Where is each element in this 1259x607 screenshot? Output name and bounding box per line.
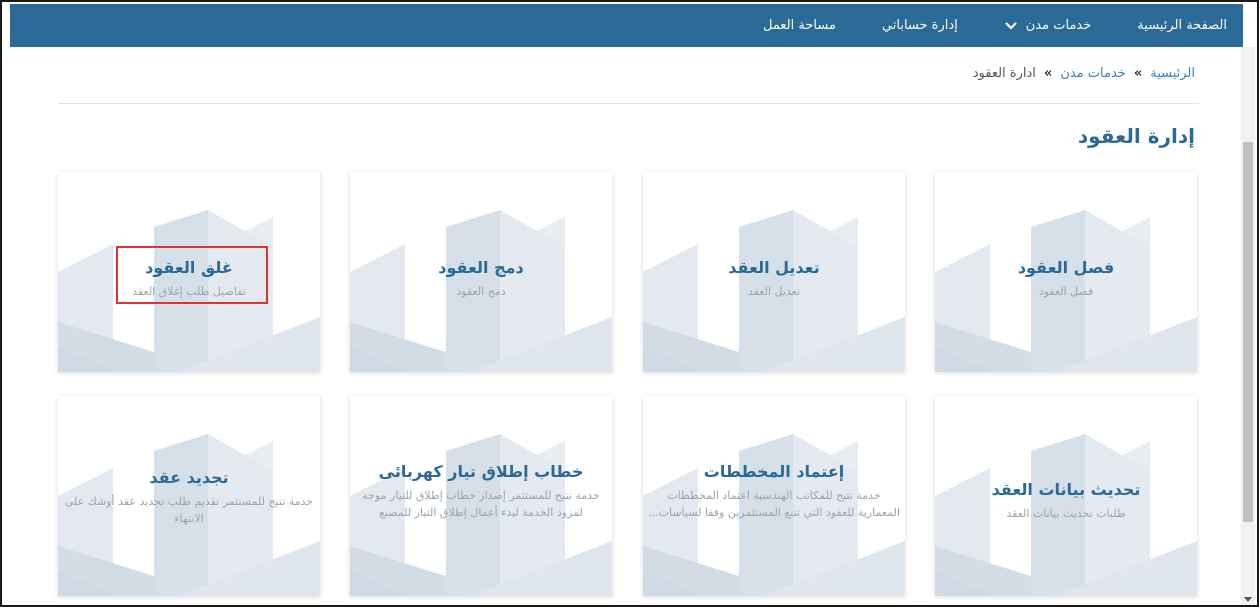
breadcrumb-home[interactable]: الرئيسية bbox=[1150, 66, 1195, 81]
card-title: إعتماد المخططات bbox=[703, 462, 845, 481]
card-edit-contract[interactable]: تعديل العقد تعديل العقد bbox=[643, 172, 905, 372]
card-update-contract-data[interactable]: تحديث بيانات العقد طلبات تحديث بيانات ال… bbox=[935, 396, 1197, 596]
breadcrumb-separator: » bbox=[1043, 66, 1053, 81]
scrollbar-thumb[interactable] bbox=[1243, 142, 1253, 522]
nav-home[interactable]: الصفحة الرئيسية bbox=[1137, 18, 1227, 33]
card-title: تعديل العقد bbox=[728, 258, 820, 277]
card-description: فصل العقود bbox=[1038, 285, 1094, 298]
nav-services-label: خدمات مدن bbox=[1025, 18, 1092, 33]
card-power-release-letter[interactable]: خطاب إطلاق تيار كهربائى خدمة تتيح للمستث… bbox=[350, 396, 612, 596]
nav-my-accounts[interactable]: إدارة حساباتي bbox=[882, 18, 958, 33]
nav-home-label: الصفحة الرئيسية bbox=[1137, 18, 1227, 33]
card-title: تجديد عقد bbox=[149, 468, 229, 487]
page-title: إدارة العقود bbox=[1077, 124, 1195, 148]
breadcrumb-separator: » bbox=[1133, 66, 1143, 81]
page-scrollbar[interactable] bbox=[1241, 47, 1255, 605]
card-merge-contracts[interactable]: دمج العقود دمج العقود bbox=[350, 172, 612, 372]
chevron-down-icon bbox=[1005, 21, 1017, 30]
nav-workspace-label: مساحة العمل bbox=[763, 18, 836, 33]
nav-services[interactable]: خدمات مدن bbox=[1004, 18, 1092, 33]
breadcrumb-current: ادارة العقود bbox=[972, 66, 1036, 81]
breadcrumb: الرئيسية » خدمات مدن » ادارة العقود bbox=[973, 66, 1195, 81]
card-title: تحديث بيانات العقد bbox=[991, 480, 1141, 499]
header-divider bbox=[58, 103, 1199, 104]
nav-my-accounts-label: إدارة حساباتي bbox=[881, 18, 958, 33]
scroll-down-arrow-icon[interactable] bbox=[1244, 597, 1252, 602]
card-description: خدمة تتيح للمستثمر إصدار خطاب إطلاق للتي… bbox=[362, 489, 600, 519]
card-description: خدمة تتيح للمستثمر تقديم طلب تجديد عقد أ… bbox=[64, 495, 314, 525]
card-description: تعديل العقد bbox=[747, 285, 801, 298]
card-title: خطاب إطلاق تيار كهربائى bbox=[378, 462, 584, 481]
top-navbar: الصفحة الرئيسية خدمات مدن إدارة حساباتي … bbox=[10, 4, 1243, 47]
card-title: فصل العقود bbox=[1017, 258, 1115, 277]
card-description: طلبات تحديث بيانات العقد bbox=[1006, 507, 1126, 520]
card-split-contracts[interactable]: فصل العقود فصل العقود bbox=[935, 172, 1197, 372]
card-title: دمج العقود bbox=[438, 258, 524, 277]
breadcrumb-services[interactable]: خدمات مدن bbox=[1060, 66, 1126, 81]
card-renew-contract[interactable]: تجديد عقد خدمة تتيح للمستثمر تقديم طلب ت… bbox=[58, 396, 320, 596]
card-description: خدمة تتيح للمكاتب الهندسية اعتماد المخطط… bbox=[648, 489, 900, 519]
nav-workspace[interactable]: مساحة العمل bbox=[763, 18, 836, 33]
card-description: دمج العقود bbox=[456, 285, 506, 298]
highlight-box bbox=[116, 246, 268, 304]
card-approve-plans[interactable]: إعتماد المخططات خدمة تتيح للمكاتب الهندس… bbox=[643, 396, 905, 596]
